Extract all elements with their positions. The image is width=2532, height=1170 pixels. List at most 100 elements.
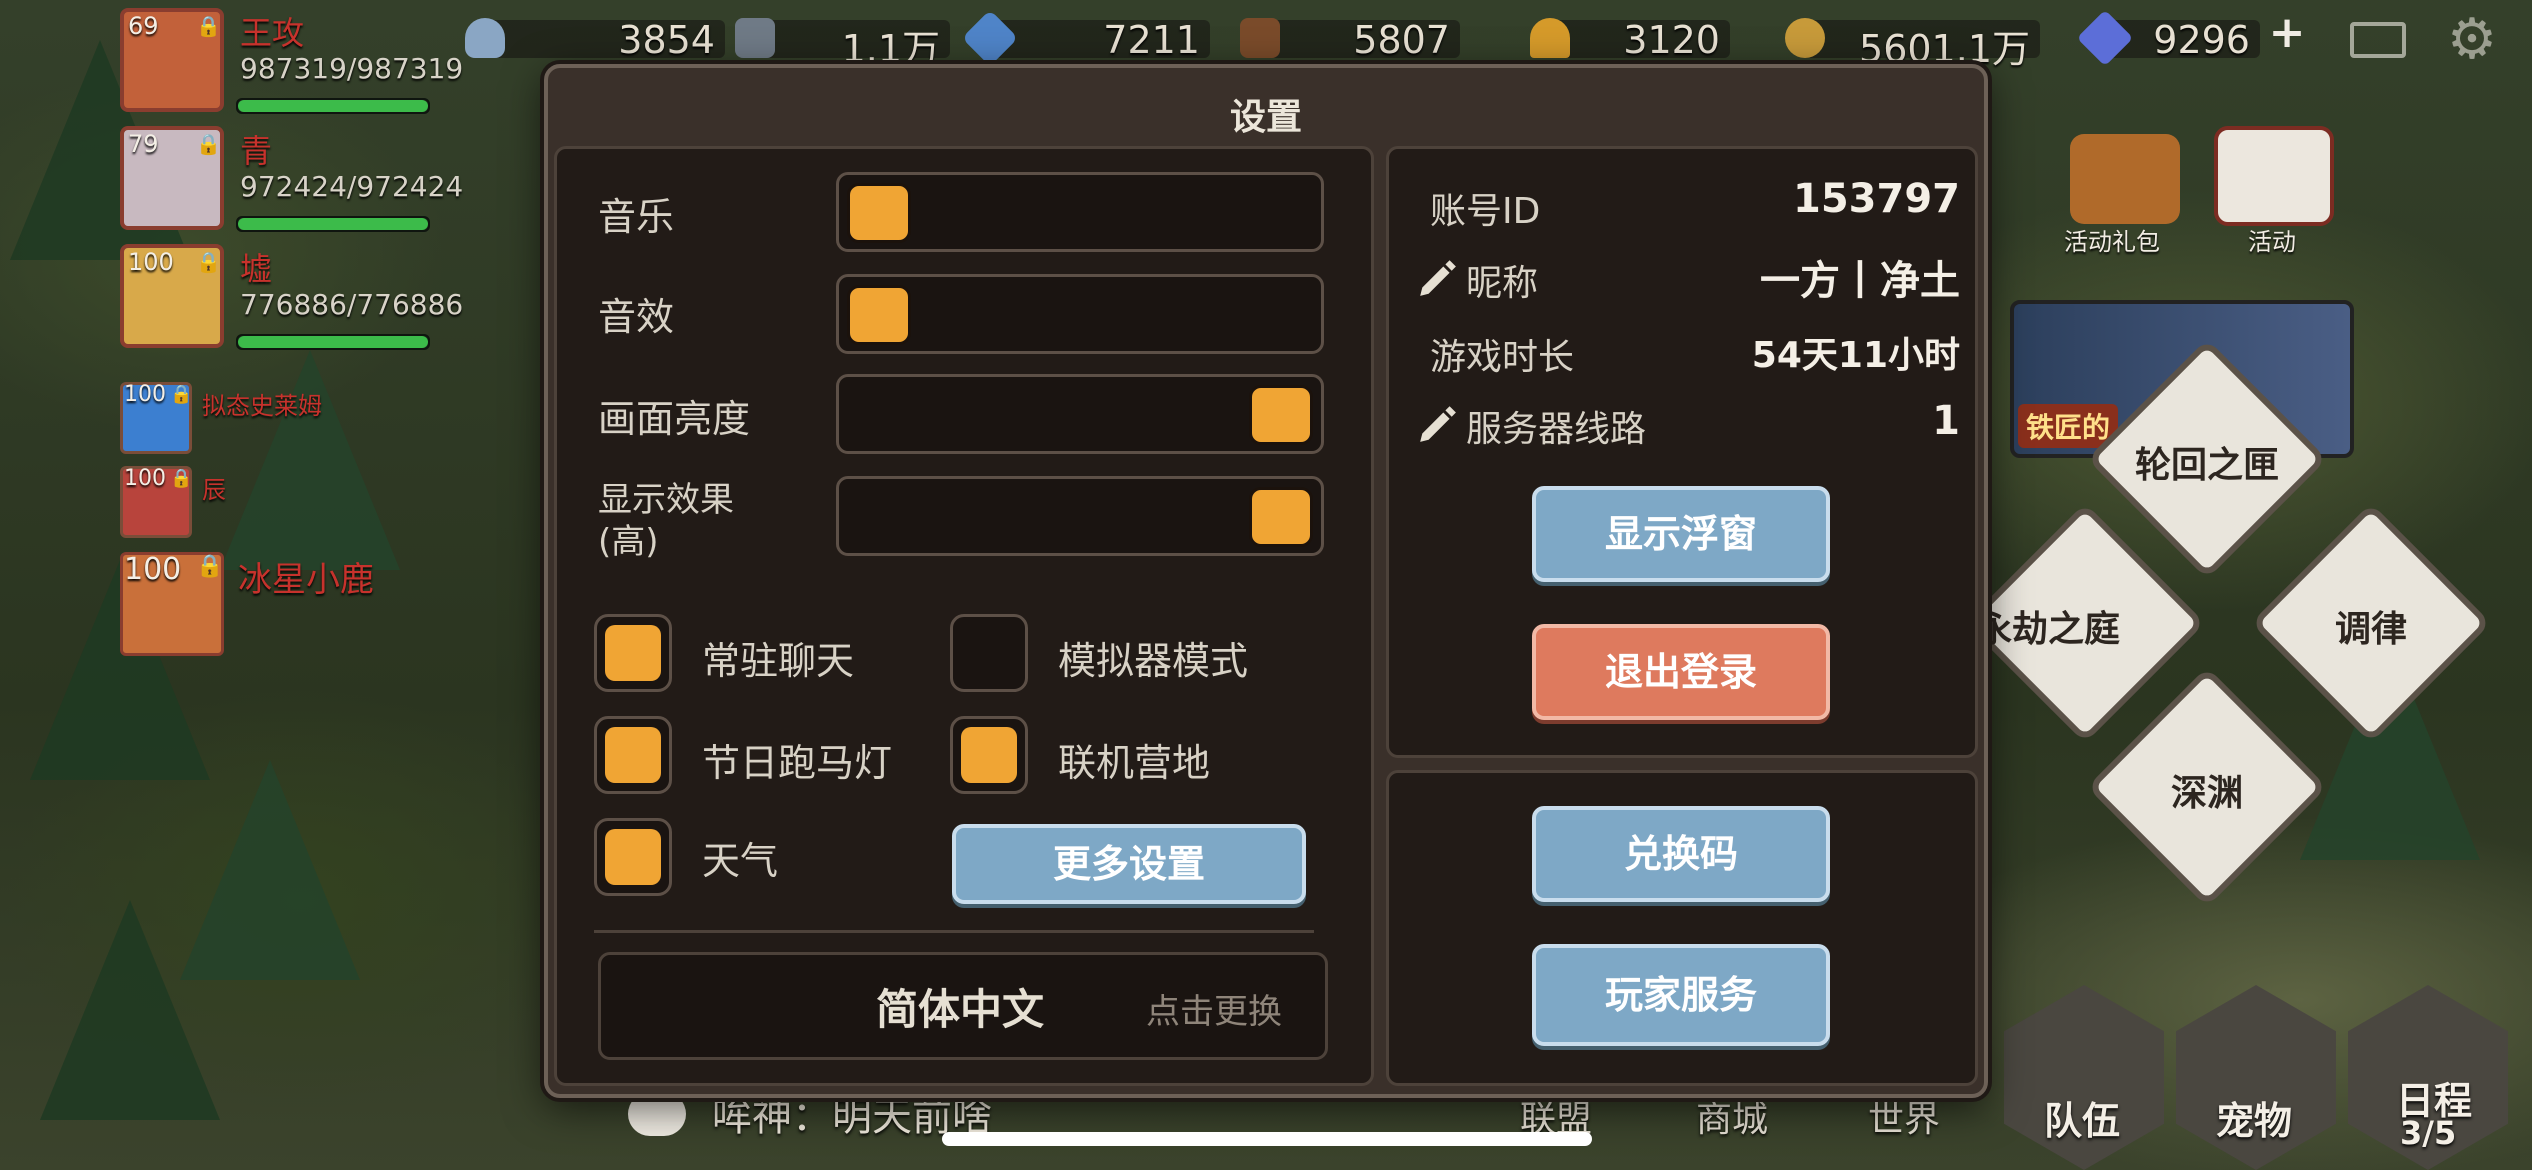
hp-bar-fill bbox=[238, 218, 428, 230]
sfx-slider[interactable] bbox=[836, 274, 1324, 354]
lock-icon: 🔒 bbox=[196, 14, 221, 38]
event-gift-label[interactable]: 活动礼包 bbox=[2064, 222, 2160, 257]
slider-knob[interactable] bbox=[847, 285, 911, 345]
pencil-icon[interactable] bbox=[1416, 402, 1458, 444]
divider bbox=[594, 930, 1314, 933]
member-hp: 987319/987319 bbox=[240, 52, 464, 85]
iron-icon bbox=[735, 18, 775, 58]
coin-icon bbox=[1785, 18, 1825, 58]
wheat-icon bbox=[1530, 18, 1570, 58]
slider-knob[interactable] bbox=[1249, 385, 1313, 445]
pencil-icon[interactable] bbox=[1416, 256, 1458, 298]
sfx-label: 音效 bbox=[598, 295, 675, 339]
stone-icon bbox=[465, 18, 505, 58]
lock-icon: 🔒 bbox=[196, 250, 221, 274]
language-value: 简体中文 bbox=[876, 985, 1045, 1034]
display-effect-value: (高) bbox=[598, 522, 659, 562]
music-label: 音乐 bbox=[598, 195, 675, 239]
pet-name: 辰 bbox=[202, 476, 226, 504]
calendar-icon[interactable] bbox=[2214, 126, 2334, 226]
display-effect-slider[interactable] bbox=[836, 476, 1324, 556]
wood-icon bbox=[1240, 18, 1280, 58]
redeem-code-button[interactable]: 兑换码 bbox=[1532, 806, 1830, 902]
schedule-progress: 3/5 bbox=[2400, 1114, 2457, 1152]
hp-bar-fill bbox=[238, 336, 428, 348]
resource-wood: 5807 bbox=[1240, 16, 1460, 62]
more-settings-button[interactable]: 更多设置 bbox=[952, 824, 1306, 904]
online-camp-checkbox[interactable] bbox=[950, 716, 1028, 794]
player-service-button[interactable]: 玩家服务 bbox=[1532, 944, 1830, 1046]
lock-icon: 🔒 bbox=[196, 132, 221, 156]
festival-marquee-label: 节日跑马灯 bbox=[702, 741, 893, 785]
resource-value: 7211 bbox=[1103, 18, 1200, 62]
pet-name: 拟态史莱姆 bbox=[202, 392, 322, 420]
checkbox-fill bbox=[605, 829, 661, 885]
member-level: 79 bbox=[128, 130, 159, 158]
festival-marquee-checkbox[interactable] bbox=[594, 716, 672, 794]
slider-knob[interactable] bbox=[1249, 487, 1313, 547]
home-indicator bbox=[942, 1132, 1592, 1146]
pet-name: 冰星小鹿 bbox=[238, 560, 374, 600]
abyss-label: 深渊 bbox=[2170, 773, 2243, 814]
emulator-mode-label: 模拟器模式 bbox=[1058, 639, 1249, 683]
tree-decoration bbox=[220, 350, 400, 570]
pet-level: 100 bbox=[124, 382, 166, 407]
checkbox-fill bbox=[961, 727, 1017, 783]
dialog-title: 设置 bbox=[1229, 97, 1302, 138]
persistent-chat-checkbox[interactable] bbox=[594, 614, 672, 692]
checkbox-fill bbox=[605, 727, 661, 783]
change-language-hint[interactable]: 点击更换 bbox=[1146, 984, 1282, 1033]
resource-diamond: 9296 bbox=[2076, 9, 2260, 67]
reincarnation-box-label: 轮回之匣 bbox=[2134, 445, 2279, 486]
add-diamond-button[interactable]: + bbox=[2262, 8, 2312, 58]
pet-label: 宠物 bbox=[2216, 1099, 2293, 1143]
lock-icon: 🔒 bbox=[170, 468, 193, 489]
logout-button[interactable]: 退出登录 bbox=[1532, 624, 1830, 720]
show-floating-window-button[interactable]: 显示浮窗 bbox=[1532, 486, 1830, 582]
member-level: 100 bbox=[128, 248, 174, 276]
pet-level: 100 bbox=[124, 466, 166, 491]
music-slider[interactable] bbox=[836, 172, 1324, 252]
hp-bar bbox=[236, 334, 430, 350]
playtime-label: 游戏时长 bbox=[1430, 337, 1575, 378]
lock-icon: 🔒 bbox=[170, 384, 193, 405]
resource-wheat: 3120 bbox=[1530, 16, 1730, 62]
team-label: 队伍 bbox=[2044, 1099, 2121, 1143]
server-line-label: 服务器线路 bbox=[1466, 409, 1647, 450]
resource-value: 3120 bbox=[1623, 18, 1720, 62]
chat-bubble-icon[interactable] bbox=[628, 1092, 686, 1136]
member-hp: 776886/776886 bbox=[240, 288, 464, 321]
nickname-label: 昵称 bbox=[1466, 263, 1539, 304]
event-label[interactable]: 活动 bbox=[2248, 222, 2296, 257]
persistent-chat-label: 常驻聊天 bbox=[702, 639, 855, 683]
checkbox-fill bbox=[605, 625, 661, 681]
playtime-value: 54天11小时 bbox=[1751, 335, 1960, 376]
gear-icon[interactable]: ⚙ bbox=[2444, 12, 2500, 68]
weather-label: 天气 bbox=[702, 839, 779, 883]
pet-level: 100 bbox=[124, 552, 182, 587]
weather-checkbox[interactable] bbox=[594, 818, 672, 896]
emulator-mode-checkbox[interactable] bbox=[950, 614, 1028, 692]
tree-decoration bbox=[40, 900, 220, 1120]
resource-iron: 1.1万 bbox=[735, 16, 950, 71]
account-id-value: 153797 bbox=[1793, 176, 1960, 222]
resource-value: 5807 bbox=[1353, 18, 1450, 62]
brightness-label: 画面亮度 bbox=[598, 397, 751, 441]
slider-knob[interactable] bbox=[847, 183, 911, 243]
resource-value: 9296 bbox=[2153, 18, 2250, 62]
hp-bar-fill bbox=[238, 100, 428, 112]
hp-bar bbox=[236, 216, 430, 232]
server-line-value: 1 bbox=[1932, 398, 1960, 444]
member-level: 69 bbox=[128, 12, 159, 40]
gift-bag-icon[interactable] bbox=[2070, 134, 2180, 224]
member-name: 墟 bbox=[240, 250, 273, 288]
lock-icon: 🔒 bbox=[196, 554, 224, 579]
hp-bar bbox=[236, 98, 430, 114]
resource-value: 3854 bbox=[618, 18, 715, 62]
resource-stone: 3854 bbox=[465, 16, 725, 62]
account-id-label: 账号ID bbox=[1430, 191, 1541, 232]
brightness-slider[interactable] bbox=[836, 374, 1324, 454]
member-name: 青 bbox=[240, 132, 273, 170]
resource-bar: 3854 1.1万 7211 5807 3120 5601.1万 9296 bbox=[465, 8, 2315, 71]
mail-icon[interactable] bbox=[2350, 22, 2406, 58]
